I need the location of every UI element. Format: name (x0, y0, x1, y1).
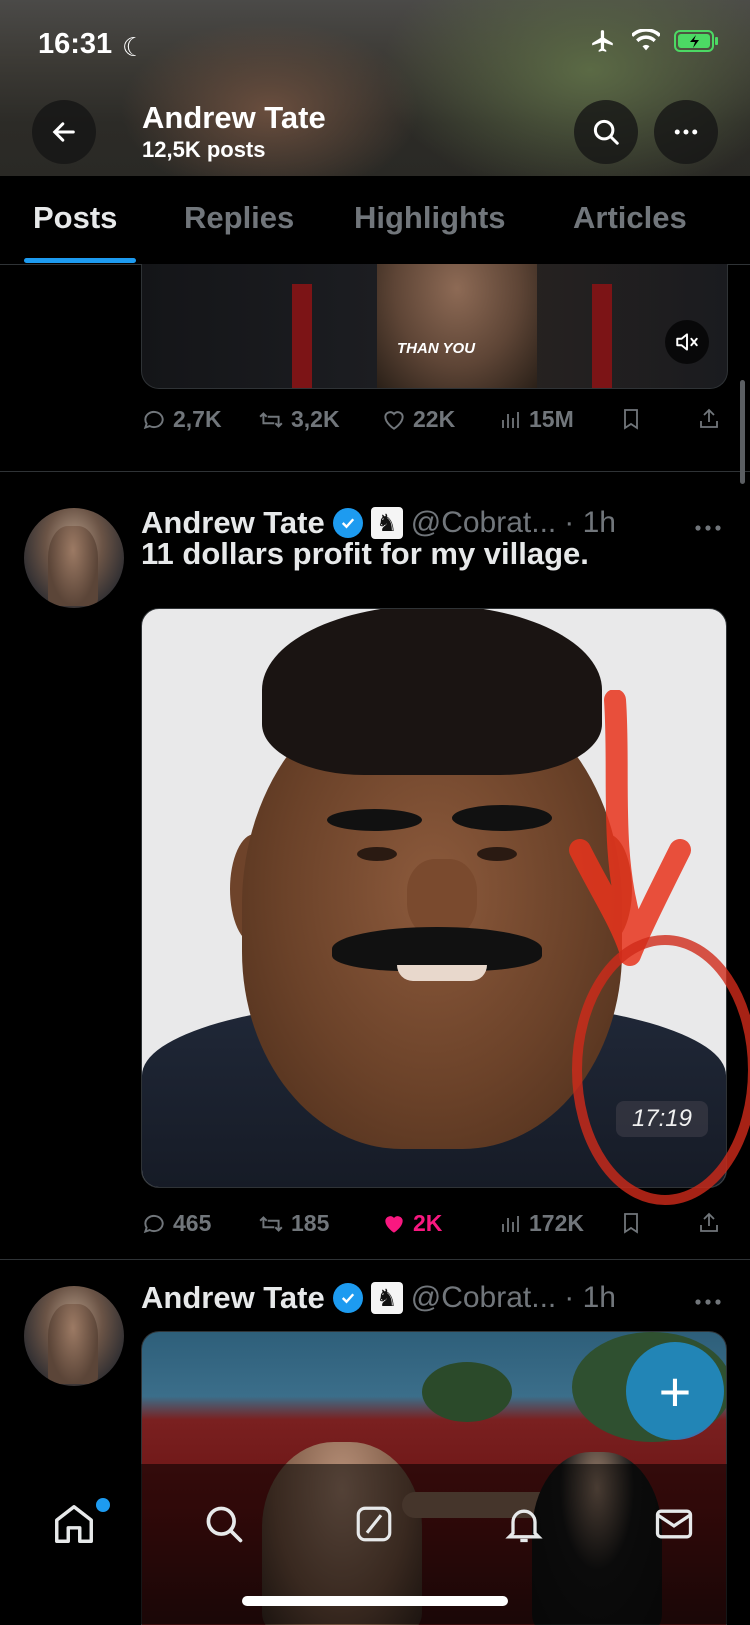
views-button[interactable]: 172K (499, 1210, 584, 1237)
more-dots-icon (674, 129, 698, 135)
nav-messages[interactable] (644, 1494, 704, 1554)
author-avatar[interactable] (24, 1286, 124, 1386)
repost-button[interactable]: 185 (257, 1210, 329, 1237)
tab-posts[interactable]: Posts (33, 200, 117, 236)
heart-icon (384, 410, 404, 430)
reply-button[interactable]: 465 (141, 1210, 211, 1237)
reply-count: 2,7K (173, 406, 222, 432)
author-handle[interactable]: @Cobrat... (411, 1281, 557, 1315)
home-icon (55, 1505, 93, 1543)
status-icons (588, 28, 720, 61)
nav-grok[interactable] (344, 1494, 404, 1554)
post-divider (0, 1259, 750, 1260)
plus-icon: + (658, 1359, 692, 1423)
bookmark-button[interactable] (619, 1210, 643, 1236)
repost-count: 185 (291, 1210, 330, 1236)
view-count: 15M (529, 406, 574, 432)
post-more-icon[interactable] (694, 1294, 722, 1312)
status-time: 16:31 (38, 28, 113, 60)
bookmark-button[interactable] (619, 406, 643, 432)
post-time: · 1h (564, 1281, 616, 1314)
tab-highlights[interactable]: Highlights (354, 200, 506, 236)
active-tab-indicator (24, 258, 136, 263)
heart-filled-icon (385, 1215, 403, 1233)
verified-badge-icon (332, 508, 363, 538)
search-icon (593, 119, 619, 145)
battery-icon (674, 29, 720, 60)
repost-icon (259, 411, 283, 428)
share-icon (700, 1212, 718, 1232)
post-time: · 1h (564, 506, 616, 539)
post-more-icon[interactable] (694, 520, 722, 538)
views-button[interactable]: 15M (499, 406, 574, 433)
mute-button[interactable] (665, 320, 709, 364)
back-button[interactable] (32, 100, 96, 164)
verified-badge-icon (332, 1283, 363, 1313)
view-count: 172K (529, 1210, 584, 1236)
tab-articles[interactable]: Articles (573, 200, 687, 236)
nav-home[interactable] (44, 1494, 110, 1554)
video-caption: THAN YOU (397, 340, 476, 357)
search-button[interactable] (574, 100, 638, 164)
wifi-icon (630, 28, 662, 60)
mail-icon (655, 1509, 693, 1539)
author-avatar[interactable] (24, 508, 124, 608)
repost-icon (259, 1215, 283, 1232)
author-handle[interactable]: @Cobrat... (411, 506, 557, 540)
profile-tabs: Posts Replies Highlights Articles (0, 176, 750, 265)
scrollbar[interactable] (740, 380, 745, 484)
post-1-video[interactable]: THAN YOU (141, 264, 728, 389)
grok-icon (356, 1506, 392, 1542)
red-arrow-scribble-icon (569, 690, 750, 1205)
like-count: 2K (413, 1210, 443, 1236)
share-button[interactable] (697, 406, 721, 432)
reply-count: 465 (173, 1210, 212, 1236)
post-text: 11 dollars profit for my village. (141, 536, 589, 571)
moon-icon: ☾ (122, 32, 146, 62)
more-options-button[interactable] (654, 100, 718, 164)
tab-replies[interactable]: Replies (184, 200, 294, 236)
bookmark-icon (624, 1213, 638, 1234)
speaker-muted-icon (676, 333, 698, 351)
bookmark-icon (624, 409, 638, 430)
share-icon (700, 408, 718, 428)
views-icon (502, 1215, 519, 1232)
search-icon (206, 1506, 243, 1543)
header-title: Andrew Tate (142, 100, 326, 135)
profile-header-banner (0, 0, 750, 176)
post-2-actions: 465 185 2K 172K (141, 1210, 726, 1250)
post-divider (0, 471, 750, 472)
like-button[interactable]: 22K (381, 406, 455, 433)
chess-knight-badge-icon: ♞ (370, 507, 403, 539)
notification-dot (96, 1498, 110, 1512)
post-3-header: Andrew Tate ♞ @Cobrat... · 1h (141, 1280, 616, 1316)
back-arrow-icon (52, 122, 75, 142)
repost-button[interactable]: 3,2K (257, 406, 340, 433)
home-indicator[interactable] (242, 1596, 508, 1606)
nav-search[interactable] (194, 1494, 254, 1554)
bell-icon (505, 1509, 543, 1543)
compose-button[interactable]: + (626, 1342, 724, 1440)
reply-icon (143, 1214, 164, 1233)
header-post-count: 12,5K posts (142, 137, 266, 162)
share-button[interactable] (697, 1210, 721, 1236)
reply-icon (143, 410, 164, 429)
nav-notifications[interactable] (494, 1494, 554, 1554)
author-name[interactable]: Andrew Tate (141, 1280, 325, 1316)
repost-count: 3,2K (291, 406, 340, 432)
airplane-icon (588, 28, 618, 61)
chess-knight-badge-icon: ♞ (370, 1282, 403, 1314)
post-1-actions: 2,7K 3,2K 22K 15M (141, 406, 726, 446)
like-button[interactable]: 2K (381, 1210, 442, 1237)
like-count: 22K (413, 406, 456, 432)
reply-button[interactable]: 2,7K (141, 406, 222, 433)
views-icon (502, 411, 519, 428)
